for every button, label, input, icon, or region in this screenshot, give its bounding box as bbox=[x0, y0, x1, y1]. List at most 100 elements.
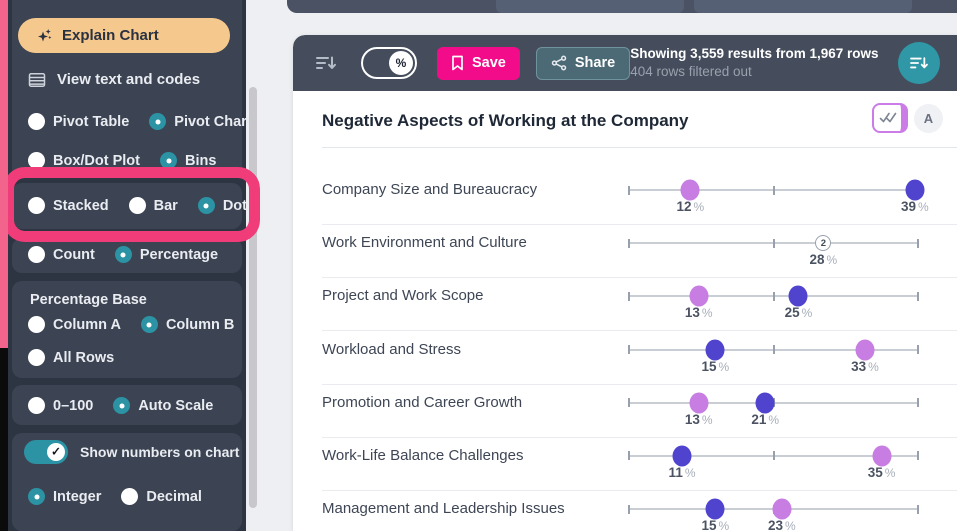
explain-chart-button[interactable]: Explain Chart bbox=[18, 18, 230, 53]
table-icon bbox=[28, 72, 46, 88]
radio-bar[interactable]: Bar bbox=[128, 197, 178, 214]
axis-tick bbox=[628, 451, 630, 461]
radio-box-dot-plot[interactable]: Box/Dot Plot bbox=[28, 152, 140, 169]
radio-icon-selected[interactable] bbox=[114, 246, 132, 263]
radio-pivot-table[interactable]: Pivot Table bbox=[28, 113, 129, 130]
radio-dot[interactable]: Dot bbox=[197, 197, 247, 214]
sparkle-icon bbox=[35, 27, 53, 45]
data-point-dot-purple[interactable] bbox=[872, 445, 892, 467]
sort-options-button[interactable] bbox=[897, 42, 940, 84]
show-numbers-toggle[interactable] bbox=[24, 440, 68, 464]
save-label: Save bbox=[472, 55, 506, 71]
bar-style-radio-row: Stacked Bar Dot bbox=[28, 197, 267, 214]
data-point-dot-indigo[interactable] bbox=[788, 285, 808, 307]
radio-icon[interactable] bbox=[28, 197, 45, 214]
radio-integer[interactable]: Integer bbox=[28, 488, 101, 505]
data-point-dot-indigo[interactable] bbox=[672, 445, 692, 467]
radio-percentage[interactable]: Percentage bbox=[114, 246, 219, 263]
results-card: % Save Share Showing 3,559 results from … bbox=[293, 35, 957, 531]
radio-column-b[interactable]: Column B bbox=[140, 316, 235, 333]
radio-icon[interactable] bbox=[121, 488, 139, 505]
radio-auto-scale[interactable]: Auto Scale bbox=[113, 397, 213, 414]
axis-tick bbox=[628, 504, 630, 514]
data-point-dot-purple[interactable] bbox=[680, 179, 700, 201]
percentage-display-toggle[interactable]: % bbox=[361, 47, 417, 79]
top-cutoff-button[interactable] bbox=[496, 0, 684, 13]
radio-all-rows[interactable]: All Rows bbox=[28, 349, 114, 366]
radio-icon-selected[interactable] bbox=[197, 197, 215, 214]
radio-label: All Rows bbox=[53, 349, 115, 366]
row-category-label: Project and Work Scope bbox=[322, 287, 484, 305]
share-button[interactable]: Share bbox=[535, 46, 631, 80]
data-point-dot-indigo[interactable] bbox=[705, 498, 725, 520]
overlap-count-marker[interactable]: 2 bbox=[815, 235, 832, 252]
axis-tick bbox=[772, 345, 775, 355]
top-cutoff-button[interactable] bbox=[694, 0, 912, 13]
data-point-dot-purple[interactable] bbox=[689, 392, 709, 414]
radio-label: 0–100 bbox=[53, 397, 94, 414]
double-check-icon bbox=[879, 112, 897, 124]
axis-tick bbox=[917, 238, 919, 248]
rows-filtered-text: 404 rows filtered out bbox=[630, 64, 752, 79]
row-category-label: Promotion and Career Growth bbox=[322, 393, 523, 411]
data-point-dot-indigo[interactable] bbox=[905, 179, 925, 201]
data-point-value-label: 13% bbox=[684, 411, 713, 427]
radio-icon[interactable] bbox=[128, 197, 146, 214]
radio-label: Decimal bbox=[146, 488, 202, 505]
radio-label: Integer bbox=[53, 488, 102, 505]
results-summary: Showing 3,559 results from 1,967 rows 40… bbox=[630, 45, 878, 81]
results-toolbar: % Save Share Showing 3,559 results from … bbox=[293, 35, 957, 91]
radio-label: Column A bbox=[53, 316, 121, 333]
row-axis-track: 2 28% bbox=[628, 235, 919, 267]
share-nodes-icon bbox=[551, 55, 567, 71]
radio-label: Percentage bbox=[139, 246, 219, 263]
multi-select-button[interactable] bbox=[872, 103, 908, 133]
data-point-dot-purple[interactable] bbox=[772, 498, 792, 520]
radio-label: Dot bbox=[222, 197, 247, 214]
radio-icon[interactable] bbox=[28, 113, 45, 130]
radio-icon[interactable] bbox=[28, 316, 45, 333]
radio-decimal[interactable]: Decimal bbox=[121, 488, 202, 505]
text-size-button[interactable]: A bbox=[914, 104, 943, 133]
radio-label: Count bbox=[53, 246, 95, 263]
save-button[interactable]: Save bbox=[437, 46, 520, 80]
chart-rows: Company Size and Bureaucracy 12% 39% Work E… bbox=[293, 148, 957, 531]
radio-icon-selected[interactable] bbox=[28, 488, 45, 505]
data-point-value-label: 12% bbox=[676, 199, 705, 214]
chart-row: Work-Life Balance Challenges 11% 35% bbox=[293, 438, 957, 492]
axis-tick bbox=[628, 291, 630, 301]
radio-bins[interactable]: Bins bbox=[160, 152, 216, 169]
radio-0-100[interactable]: 0–100 bbox=[28, 397, 93, 414]
radio-icon-selected[interactable] bbox=[140, 316, 158, 333]
sidebar-scrollbar[interactable] bbox=[249, 87, 257, 508]
data-point-value-label: 11% bbox=[668, 464, 696, 480]
radio-icon[interactable] bbox=[28, 397, 45, 414]
radio-icon-selected[interactable] bbox=[113, 397, 131, 414]
radio-stacked[interactable]: Stacked bbox=[28, 197, 109, 214]
radio-label: Bar bbox=[153, 197, 178, 214]
radio-pivot-chart[interactable]: Pivot Chart bbox=[149, 113, 252, 130]
percent-toggle-knob[interactable]: % bbox=[389, 51, 413, 75]
axis-tick bbox=[917, 345, 919, 355]
data-point-dot-purple[interactable] bbox=[855, 339, 875, 361]
data-point-dot-indigo[interactable] bbox=[755, 392, 775, 414]
row-category-label: Work-Life Balance Challenges bbox=[322, 446, 524, 464]
radio-icon[interactable] bbox=[28, 152, 45, 169]
radio-icon-selected[interactable] bbox=[149, 113, 167, 130]
radio-count[interactable]: Count bbox=[28, 246, 95, 263]
radio-label: Column B bbox=[165, 316, 235, 333]
radio-icon-selected[interactable] bbox=[160, 152, 177, 169]
radio-icon[interactable] bbox=[28, 349, 45, 366]
show-numbers-toggle-row: Show numbers on chart bbox=[24, 440, 239, 464]
radio-column-a[interactable]: Column A bbox=[28, 316, 121, 333]
explain-chart-label: Explain Chart bbox=[62, 27, 159, 44]
all-rows-radio-row: All Rows bbox=[28, 349, 134, 366]
chart-row: Management and Leadership Issues 15% 23% bbox=[293, 491, 957, 531]
radio-icon[interactable] bbox=[28, 246, 45, 263]
data-point-dot-purple[interactable] bbox=[689, 285, 709, 307]
row-axis-track: 15% 33% bbox=[628, 339, 919, 374]
sort-descending-icon[interactable] bbox=[315, 54, 337, 72]
view-text-codes-button[interactable]: View text and codes bbox=[28, 71, 200, 88]
data-point-dot-indigo[interactable] bbox=[705, 339, 725, 361]
percentage-base-title: Percentage Base bbox=[30, 292, 147, 308]
